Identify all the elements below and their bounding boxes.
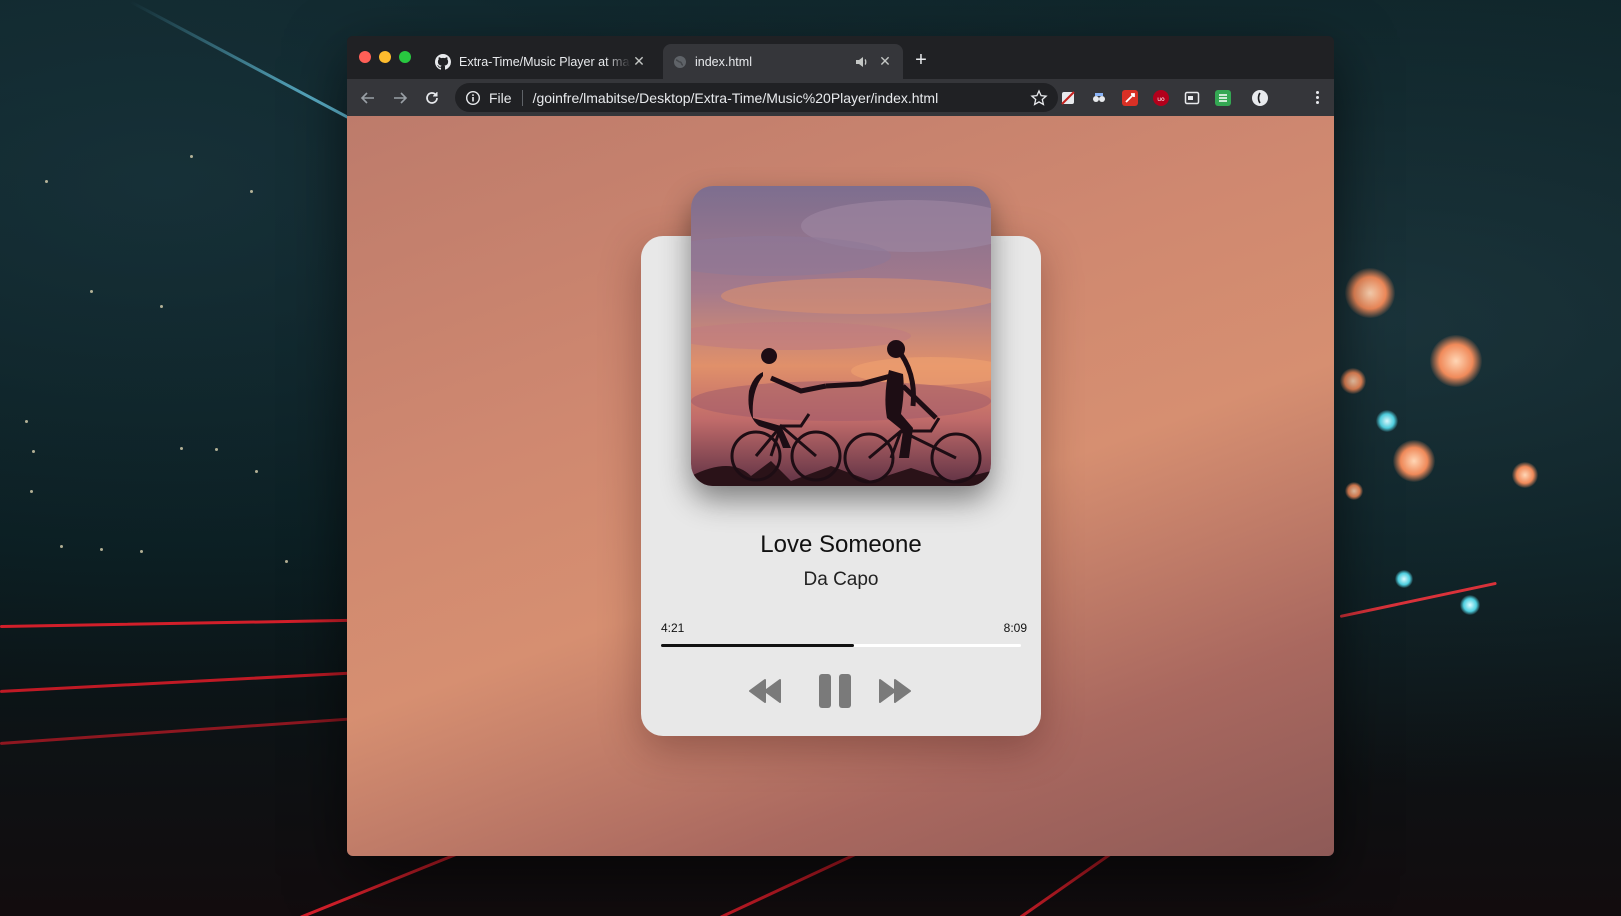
extension-icon-6[interactable] [1215, 90, 1231, 106]
page-viewport: Love Someone Da Capo 4:21 8:09 [347, 116, 1334, 856]
bookmark-star-icon[interactable] [1030, 88, 1048, 107]
city-light [285, 560, 288, 563]
url-text[interactable]: /goinfre/lmabitse/Desktop/Extra-Time/Mus… [533, 90, 1030, 106]
extension-icon-3[interactable] [1122, 90, 1138, 106]
album-cover [691, 186, 991, 486]
back-icon[interactable] [356, 86, 380, 110]
reload-icon[interactable] [420, 86, 444, 110]
bokeh-light [1393, 440, 1435, 482]
globe-icon [673, 55, 687, 69]
bokeh-light [1340, 368, 1366, 394]
city-light [160, 305, 163, 308]
extension-icon-2[interactable] [1091, 90, 1107, 106]
city-light [100, 548, 103, 551]
backward-icon [748, 678, 782, 704]
city-light [25, 420, 28, 423]
bokeh-light [1430, 335, 1482, 387]
svg-text:uo: uo [1157, 96, 1165, 103]
extension-icon-5[interactable] [1184, 90, 1200, 106]
title-bar: Extra-Time/Music Player at master · goin… [347, 36, 1334, 79]
new-tab-button[interactable]: + [909, 50, 933, 74]
pause-button[interactable] [815, 671, 855, 711]
minimize-window-button[interactable] [379, 51, 391, 63]
browser-menu-icon[interactable] [1316, 89, 1320, 106]
info-icon[interactable] [465, 90, 481, 106]
forward-button[interactable] [875, 671, 915, 711]
close-tab-icon[interactable]: ✕ [631, 53, 647, 70]
close-window-button[interactable] [359, 51, 371, 63]
bokeh-light [1345, 268, 1395, 318]
bokeh-light [1395, 570, 1413, 588]
current-time: 4:21 [661, 621, 685, 635]
bokeh-light [1512, 462, 1538, 488]
bokeh-light [1376, 410, 1398, 432]
tab-title: Extra-Time/Music Player at master · goin… [459, 54, 631, 69]
zoom-window-button[interactable] [399, 51, 411, 63]
city-light [90, 290, 93, 293]
city-light [140, 550, 143, 553]
light-streak [0, 671, 350, 693]
forward-nav-icon[interactable] [388, 86, 412, 110]
github-icon [435, 53, 451, 70]
city-light [30, 490, 33, 493]
bokeh-light [1345, 482, 1363, 500]
close-tab-icon[interactable]: ✕ [877, 53, 893, 70]
browser-window: Extra-Time/Music Player at master · goin… [347, 36, 1334, 856]
city-light [45, 180, 48, 183]
progress-bar[interactable] [661, 644, 1021, 647]
tab-title: index.html [695, 54, 752, 69]
scheme-label: File [489, 89, 512, 106]
city-light [32, 450, 35, 453]
city-light [250, 190, 253, 193]
address-bar[interactable]: File /goinfre/lmabitse/Desktop/Extra-Tim… [455, 83, 1058, 112]
pause-icon [817, 673, 853, 709]
city-light [180, 447, 183, 450]
browser-toolbar: File /goinfre/lmabitse/Desktop/Extra-Tim… [347, 79, 1334, 116]
city-light [190, 155, 193, 158]
light-streak [0, 717, 350, 745]
light-streak [129, 0, 378, 135]
city-light [215, 448, 218, 451]
duration-time: 8:09 [1003, 621, 1027, 635]
tab-github[interactable]: Extra-Time/Music Player at master · goin… [425, 44, 657, 79]
divider [521, 89, 523, 106]
song-title: Love Someone [760, 531, 922, 558]
profile-avatar[interactable] [1252, 90, 1268, 106]
song-artist: Da Capo [803, 569, 879, 590]
ublock-icon[interactable]: uo [1153, 90, 1169, 106]
bokeh-light [1460, 595, 1480, 615]
city-light [255, 470, 258, 473]
backward-button[interactable] [745, 671, 785, 711]
tab-index[interactable]: index.html ✕ [663, 44, 903, 79]
city-light [60, 545, 63, 548]
forward-icon [878, 678, 912, 704]
extension-icon-1[interactable] [1060, 90, 1076, 106]
speaker-icon[interactable] [855, 55, 869, 69]
progress-fill [661, 644, 854, 647]
light-streak [0, 618, 350, 628]
